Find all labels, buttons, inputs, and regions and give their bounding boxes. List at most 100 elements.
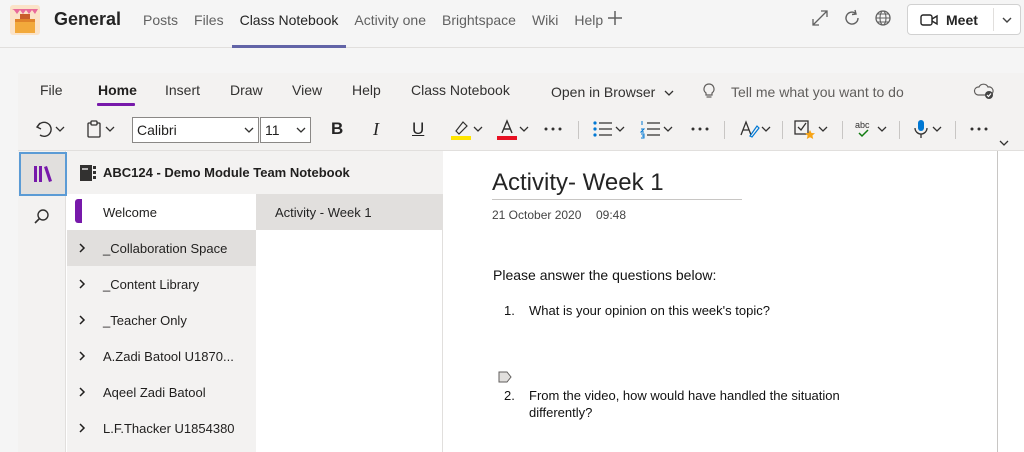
- section-group-student[interactable]: A.Zadi Batool U1870...: [67, 338, 256, 374]
- section-group-content-library[interactable]: _Content Library: [67, 266, 256, 302]
- page-item[interactable]: Activity - Week 1: [256, 194, 442, 230]
- search-icon[interactable]: [32, 207, 52, 227]
- menu-home[interactable]: Home: [98, 82, 137, 98]
- undo-icon: [35, 121, 52, 138]
- expand-icon[interactable]: [810, 8, 830, 28]
- clipboard-button[interactable]: [84, 117, 116, 141]
- section-group-collaboration-space[interactable]: _Collaboration Space: [67, 230, 256, 266]
- menu-draw[interactable]: Draw: [230, 82, 263, 98]
- font-name-dropdown[interactable]: Calibri: [132, 117, 259, 143]
- navigation-rail: [18, 151, 67, 452]
- tab-wiki[interactable]: Wiki: [524, 0, 566, 48]
- section-label: Aqeel Zadi Batool: [103, 385, 206, 400]
- chevron-right-icon[interactable]: [77, 242, 87, 254]
- section-label: L.F.Thacker U1854380: [103, 421, 235, 436]
- chevron-down-icon[interactable]: [998, 11, 1016, 29]
- chevron-down-icon: [664, 90, 674, 97]
- notebook-header[interactable]: ABC124 - Demo Module Team Notebook: [67, 151, 443, 194]
- globe-icon[interactable]: [873, 8, 893, 28]
- bold-button[interactable]: B: [331, 117, 343, 141]
- sync-status-icon[interactable]: [973, 82, 995, 100]
- collapse-ribbon-chevron-icon[interactable]: [998, 137, 1010, 149]
- menu-file[interactable]: File: [40, 82, 63, 98]
- tag-button[interactable]: [793, 117, 829, 141]
- styles-button[interactable]: [738, 117, 772, 141]
- section-group-student[interactable]: L.F.Thacker U1854380: [67, 410, 256, 446]
- more-icon: [544, 127, 562, 131]
- font-color-button[interactable]: [496, 117, 530, 141]
- meet-button[interactable]: Meet: [908, 5, 993, 34]
- font-size-dropdown[interactable]: 11: [260, 117, 311, 143]
- question-text[interactable]: From the video, how would have handled t…: [529, 388, 840, 403]
- chevron-right-icon[interactable]: [77, 386, 87, 398]
- spelling-button[interactable]: abc: [854, 117, 888, 141]
- chevron-down-icon: [55, 126, 65, 132]
- channel-tabs: Posts Files Class Notebook Activity one …: [135, 0, 611, 48]
- page-title[interactable]: Activity- Week 1: [492, 169, 742, 200]
- section-label: _Teacher Only: [103, 313, 187, 328]
- intro-text[interactable]: Please answer the questions below:: [493, 267, 716, 283]
- menu-insert[interactable]: Insert: [165, 82, 200, 98]
- page-canvas[interactable]: Activity- Week 1 21 October 2020 09:48 P…: [444, 151, 997, 452]
- chevron-right-icon[interactable]: [77, 278, 87, 290]
- onenote-app: File Home Insert Draw View Help Class No…: [18, 73, 1024, 452]
- meet-control: Meet: [907, 4, 1021, 35]
- page-label: Activity - Week 1: [275, 205, 372, 220]
- section-label: Welcome: [103, 205, 157, 220]
- vertical-scrollbar[interactable]: [997, 151, 998, 452]
- italic-button[interactable]: I: [373, 117, 379, 141]
- tab-files[interactable]: Files: [186, 0, 232, 48]
- section-group-student[interactable]: Aqeel Zadi Batool: [67, 374, 256, 410]
- divider: [842, 121, 843, 139]
- chevron-right-icon[interactable]: [77, 350, 87, 362]
- bulleted-list-icon: [593, 121, 612, 137]
- section-group-teacher-only[interactable]: _Teacher Only: [67, 302, 256, 338]
- section-color-tab: [75, 199, 82, 223]
- font-color-icon: [497, 119, 517, 140]
- menu-view[interactable]: View: [292, 82, 322, 98]
- chevron-right-icon[interactable]: [77, 422, 87, 434]
- tab-class-notebook[interactable]: Class Notebook: [231, 0, 347, 48]
- font-size-value: 11: [265, 122, 280, 138]
- undo-button[interactable]: [34, 117, 66, 141]
- team-avatar-icon[interactable]: [10, 5, 40, 35]
- chevron-down-icon: [244, 127, 254, 133]
- refresh-icon[interactable]: [842, 8, 862, 28]
- chevron-right-icon[interactable]: [77, 314, 87, 326]
- font-name-value: Calibri: [137, 122, 177, 138]
- more-font-options-button[interactable]: [543, 117, 563, 141]
- chevron-down-icon: [818, 126, 828, 132]
- tab-help[interactable]: Help: [566, 0, 611, 48]
- spelling-check-icon: abc: [855, 120, 870, 138]
- numbered-list-icon: [640, 121, 660, 139]
- tab-brightspace[interactable]: Brightspace: [434, 0, 524, 48]
- dictate-button[interactable]: [911, 117, 943, 141]
- menu-help[interactable]: Help: [352, 82, 381, 98]
- tab-activity-one[interactable]: Activity one: [346, 0, 434, 48]
- bullets-button[interactable]: [592, 117, 626, 141]
- underline-button[interactable]: U: [412, 117, 424, 141]
- notebooks-button[interactable]: [19, 152, 67, 196]
- tell-me-search[interactable]: Tell me what you want to do: [731, 84, 904, 100]
- numbering-button[interactable]: [640, 117, 674, 141]
- more-options-button[interactable]: [969, 117, 989, 141]
- menu-open-in-browser[interactable]: Open in Browser: [551, 84, 675, 100]
- page-time: 09:48: [596, 208, 627, 222]
- tag-marker-icon[interactable]: [498, 371, 512, 383]
- more-paragraph-options-button[interactable]: [690, 117, 710, 141]
- question-text[interactable]: What is your opinion on this week's topi…: [529, 303, 770, 318]
- menu-class-notebook[interactable]: Class Notebook: [411, 82, 510, 98]
- add-tab-icon[interactable]: [606, 9, 624, 27]
- tab-posts[interactable]: Posts: [135, 0, 186, 48]
- highlight-button[interactable]: [450, 117, 484, 141]
- section-label: _Collaboration Space: [103, 241, 228, 256]
- section-label: A.Zadi Batool U1870...: [103, 349, 234, 364]
- section-welcome[interactable]: Welcome: [67, 194, 256, 230]
- clipboard-icon: [87, 120, 101, 138]
- chevron-down-icon: [519, 126, 529, 132]
- svg-text:abc: abc: [855, 120, 870, 130]
- section-label: _Content Library: [103, 277, 200, 292]
- divider: [955, 121, 956, 139]
- question-text-continued[interactable]: differently?: [529, 405, 592, 420]
- chevron-down-icon: [473, 126, 483, 132]
